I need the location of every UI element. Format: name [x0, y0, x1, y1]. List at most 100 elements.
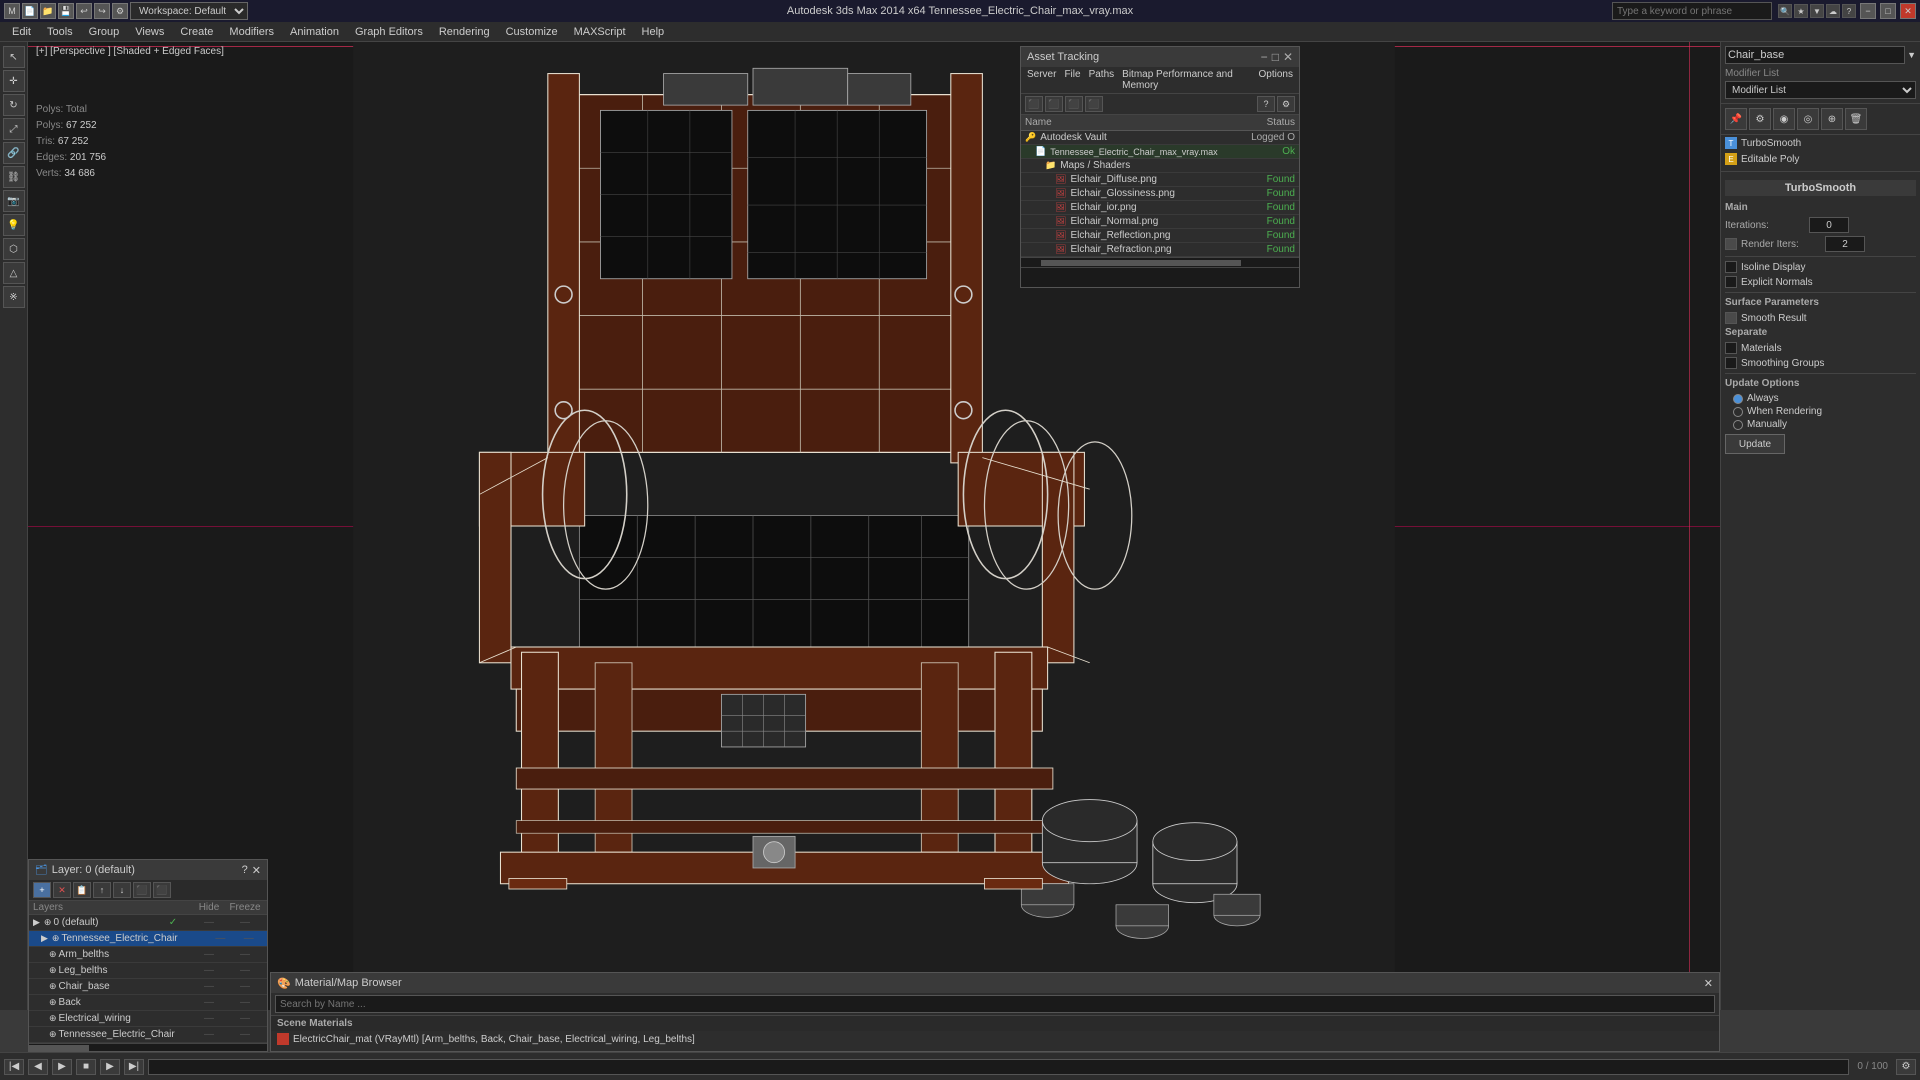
search-icon[interactable]: 🔍 [1778, 4, 1792, 18]
render-settings-btn[interactable]: ⚙ [112, 3, 128, 19]
search-input[interactable] [1612, 2, 1772, 20]
asset-tb-4[interactable]: ⬛ [1085, 96, 1103, 112]
asset-row-normal[interactable]: 🖼 Elchair_Normal.png Found [1021, 215, 1299, 229]
timeline-stop-btn[interactable]: ■ [76, 1059, 96, 1075]
filter-icon[interactable]: ▼ [1810, 4, 1824, 18]
when-rendering-radio[interactable] [1733, 407, 1743, 417]
asset-panel-close[interactable]: ✕ [1283, 50, 1293, 64]
close-btn[interactable]: ✕ [1900, 3, 1916, 19]
bookmark-icon[interactable]: ★ [1794, 4, 1808, 18]
asset-row-maps[interactable]: 📁 Maps / Shaders [1021, 159, 1299, 173]
object-name-dropdown-arrow[interactable]: ▼ [1907, 50, 1916, 60]
timeline-next-btn[interactable]: ▶ [100, 1059, 120, 1075]
rotate-tool-btn[interactable]: ↻ [3, 94, 25, 116]
asset-menu-paths[interactable]: Paths [1089, 69, 1115, 91]
update-button[interactable]: Update [1725, 434, 1785, 454]
menu-animation[interactable]: Animation [282, 22, 347, 42]
layer-row-tec[interactable]: ⊕ Tennessee_Electric_Chair — — [29, 1027, 267, 1043]
layer-move-up-btn[interactable]: ↑ [93, 882, 111, 898]
shape-tool-btn[interactable]: △ [3, 262, 25, 284]
asset-row-ior[interactable]: 🖼 Elchair_ior.png Found [1021, 201, 1299, 215]
light-tool-btn[interactable]: 💡 [3, 214, 25, 236]
open-btn[interactable]: 📁 [40, 3, 56, 19]
new-btn[interactable]: 📄 [22, 3, 38, 19]
menu-graph-editors[interactable]: Graph Editors [347, 22, 431, 42]
cloud-icon[interactable]: ☁ [1826, 4, 1840, 18]
modifier-list-dropdown[interactable]: Modifier List [1725, 81, 1916, 99]
render-iters-checkbox[interactable] [1725, 238, 1737, 250]
isoline-checkbox[interactable] [1725, 261, 1737, 273]
iterations-input[interactable] [1809, 217, 1849, 233]
asset-menu-bitmap[interactable]: Bitmap Performance and Memory [1122, 69, 1250, 91]
timeline-end-btn[interactable]: ▶| [124, 1059, 144, 1075]
asset-help-btn[interactable]: ? [1257, 96, 1275, 112]
asset-row-file[interactable]: 📄 Tennessee_Electric_Chair_max_vray.max … [1021, 145, 1299, 159]
layer-delete-btn[interactable]: ✕ [53, 882, 71, 898]
mat-search-input[interactable] [275, 995, 1715, 1013]
asset-tb-1[interactable]: ⬛ [1025, 96, 1043, 112]
menu-rendering[interactable]: Rendering [431, 22, 498, 42]
layer-row-back[interactable]: ⊕ Back — — [29, 995, 267, 1011]
layers-close-btn[interactable]: ✕ [252, 864, 261, 877]
timeline-prev-btn[interactable]: ◀ [28, 1059, 48, 1075]
object-name-field[interactable] [1725, 46, 1905, 64]
redo-btn[interactable]: ↪ [94, 3, 110, 19]
render-iters-input[interactable] [1825, 236, 1865, 252]
asset-tb-2[interactable]: ⬛ [1045, 96, 1063, 112]
asset-row-glossiness[interactable]: 🖼 Elchair_Glossiness.png Found [1021, 187, 1299, 201]
asset-row-reflection[interactable]: 🖼 Elchair_Reflection.png Found [1021, 229, 1299, 243]
timeline-play-btn[interactable]: ▶ [52, 1059, 72, 1075]
menu-help[interactable]: Help [634, 22, 673, 42]
explicit-normals-checkbox[interactable] [1725, 276, 1737, 288]
asset-row-vault[interactable]: 🔑 Autodesk Vault Logged O [1021, 131, 1299, 145]
help-icon[interactable]: ? [1842, 4, 1856, 18]
layers-scrollbar[interactable] [29, 1043, 267, 1051]
layer-new-btn[interactable]: 📋 [73, 882, 91, 898]
layer-expand-btn[interactable]: ⬛ [133, 882, 151, 898]
layers-help-btn[interactable]: ? [242, 864, 248, 877]
smooth-result-checkbox[interactable] [1725, 312, 1737, 324]
asset-config-btn[interactable]: ⚙ [1277, 96, 1295, 112]
asset-menu-options[interactable]: Options [1259, 69, 1293, 91]
material-row[interactable]: ElectricChair_mat (VRayMtl) [Arm_belths,… [271, 1031, 1719, 1047]
layer-row-leg-belths[interactable]: ⊕ Leg_belths — — [29, 963, 267, 979]
remove-modifier-btn[interactable]: 🗑 [1845, 108, 1867, 130]
asset-menu-file[interactable]: File [1064, 69, 1080, 91]
mat-browser-close[interactable]: ✕ [1704, 977, 1713, 990]
manually-radio[interactable] [1733, 420, 1743, 430]
smoothing-groups-checkbox[interactable] [1725, 357, 1737, 369]
menu-modifiers[interactable]: Modifiers [221, 22, 282, 42]
move-tool-btn[interactable]: ✛ [3, 70, 25, 92]
layer-row-default[interactable]: ▶ ⊕ 0 (default) ✓ — — [29, 915, 267, 931]
make-unique-btn[interactable]: ⊕ [1821, 108, 1843, 130]
layer-row-elec-chair[interactable]: ▶ ⊕ Tennessee_Electric_Chair — — [29, 931, 267, 947]
layer-row-electrical[interactable]: ⊕ Electrical_wiring — — [29, 1011, 267, 1027]
layer-collapse-btn[interactable]: ⬛ [153, 882, 171, 898]
menu-create[interactable]: Create [172, 22, 221, 42]
show-end-result-btn[interactable]: ◎ [1797, 108, 1819, 130]
menu-maxscript[interactable]: MAXScript [566, 22, 634, 42]
menu-tools[interactable]: Tools [39, 22, 81, 42]
menu-views[interactable]: Views [127, 22, 172, 42]
maximize-btn[interactable]: □ [1880, 3, 1896, 19]
menu-customize[interactable]: Customize [498, 22, 566, 42]
helper-tool-btn[interactable]: ⬡ [3, 238, 25, 260]
layer-add-btn[interactable]: + [33, 882, 51, 898]
layer-row-chair-base[interactable]: ⊕ Chair_base — — [29, 979, 267, 995]
asset-row-refraction[interactable]: 🖼 Elchair_Refraction.png Found [1021, 243, 1299, 257]
turbosmooth-modifier-item[interactable]: T TurboSmooth [1721, 135, 1920, 151]
minimize-btn[interactable]: − [1860, 3, 1876, 19]
camera-tool-btn[interactable]: 📷 [3, 190, 25, 212]
asset-tb-3[interactable]: ⬛ [1065, 96, 1083, 112]
materials-checkbox[interactable] [1725, 342, 1737, 354]
timeline-start-btn[interactable]: |◀ [4, 1059, 24, 1075]
pin-btn[interactable]: 📌 [1725, 108, 1747, 130]
always-radio[interactable] [1733, 394, 1743, 404]
asset-scrollbar[interactable] [1021, 257, 1299, 267]
show-all-btn[interactable]: ◉ [1773, 108, 1795, 130]
app-icon-btn[interactable]: M [4, 3, 20, 19]
timeline-scrubber[interactable] [148, 1059, 1849, 1075]
unlink-tool-btn[interactable]: ⛓ [3, 166, 25, 188]
layers-scroll-thumb[interactable] [29, 1045, 89, 1051]
asset-panel-resize[interactable]: □ [1272, 50, 1279, 64]
